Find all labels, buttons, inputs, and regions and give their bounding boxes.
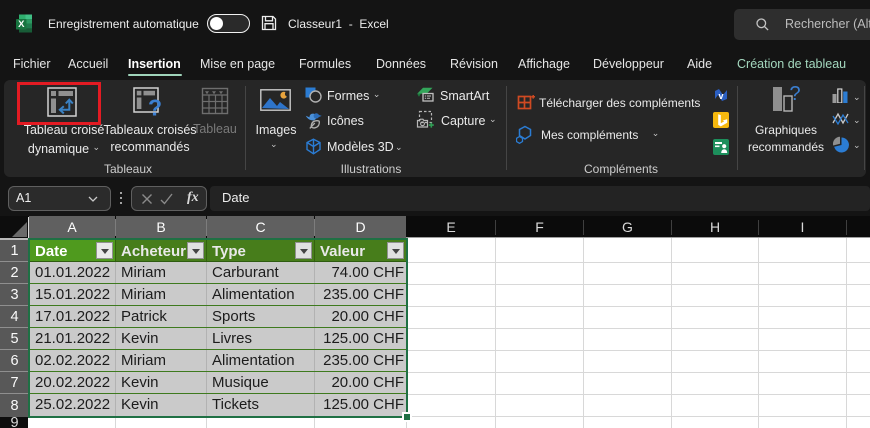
svg-text:?: ? [789,86,800,105]
svg-text:?: ? [148,95,162,120]
svg-text:X: X [18,19,25,30]
svg-text:v: v [718,91,723,101]
